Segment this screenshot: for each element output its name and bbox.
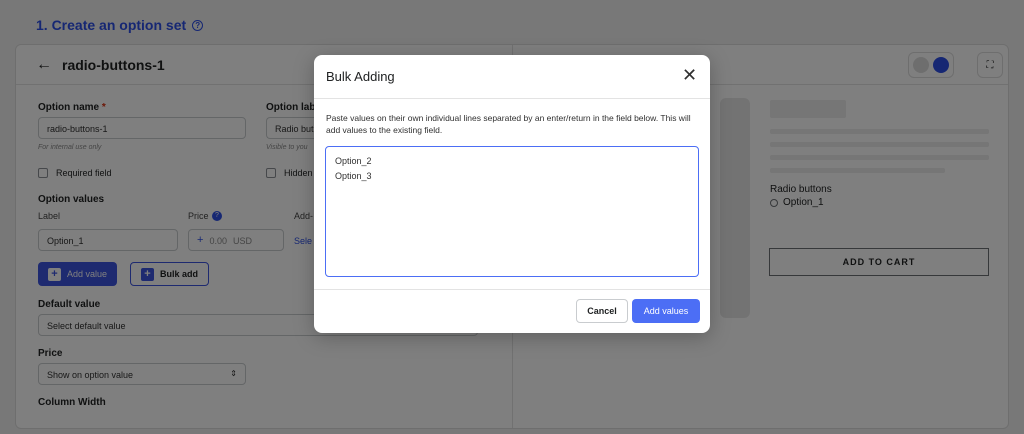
modal-footer-divider (314, 289, 710, 290)
modal-header: Bulk Adding ✕ (314, 55, 710, 99)
bulk-adding-modal: Bulk Adding ✕ Paste values on their own … (314, 55, 710, 333)
cancel-button[interactable]: Cancel (576, 299, 628, 323)
add-values-button[interactable]: Add values (632, 299, 700, 323)
modal-description: Paste values on their own individual lin… (326, 113, 691, 135)
close-icon[interactable]: ✕ (682, 65, 697, 85)
modal-title: Bulk Adding (326, 69, 395, 84)
bulk-values-textarea[interactable]: Option_2 Option_3 (325, 146, 699, 277)
